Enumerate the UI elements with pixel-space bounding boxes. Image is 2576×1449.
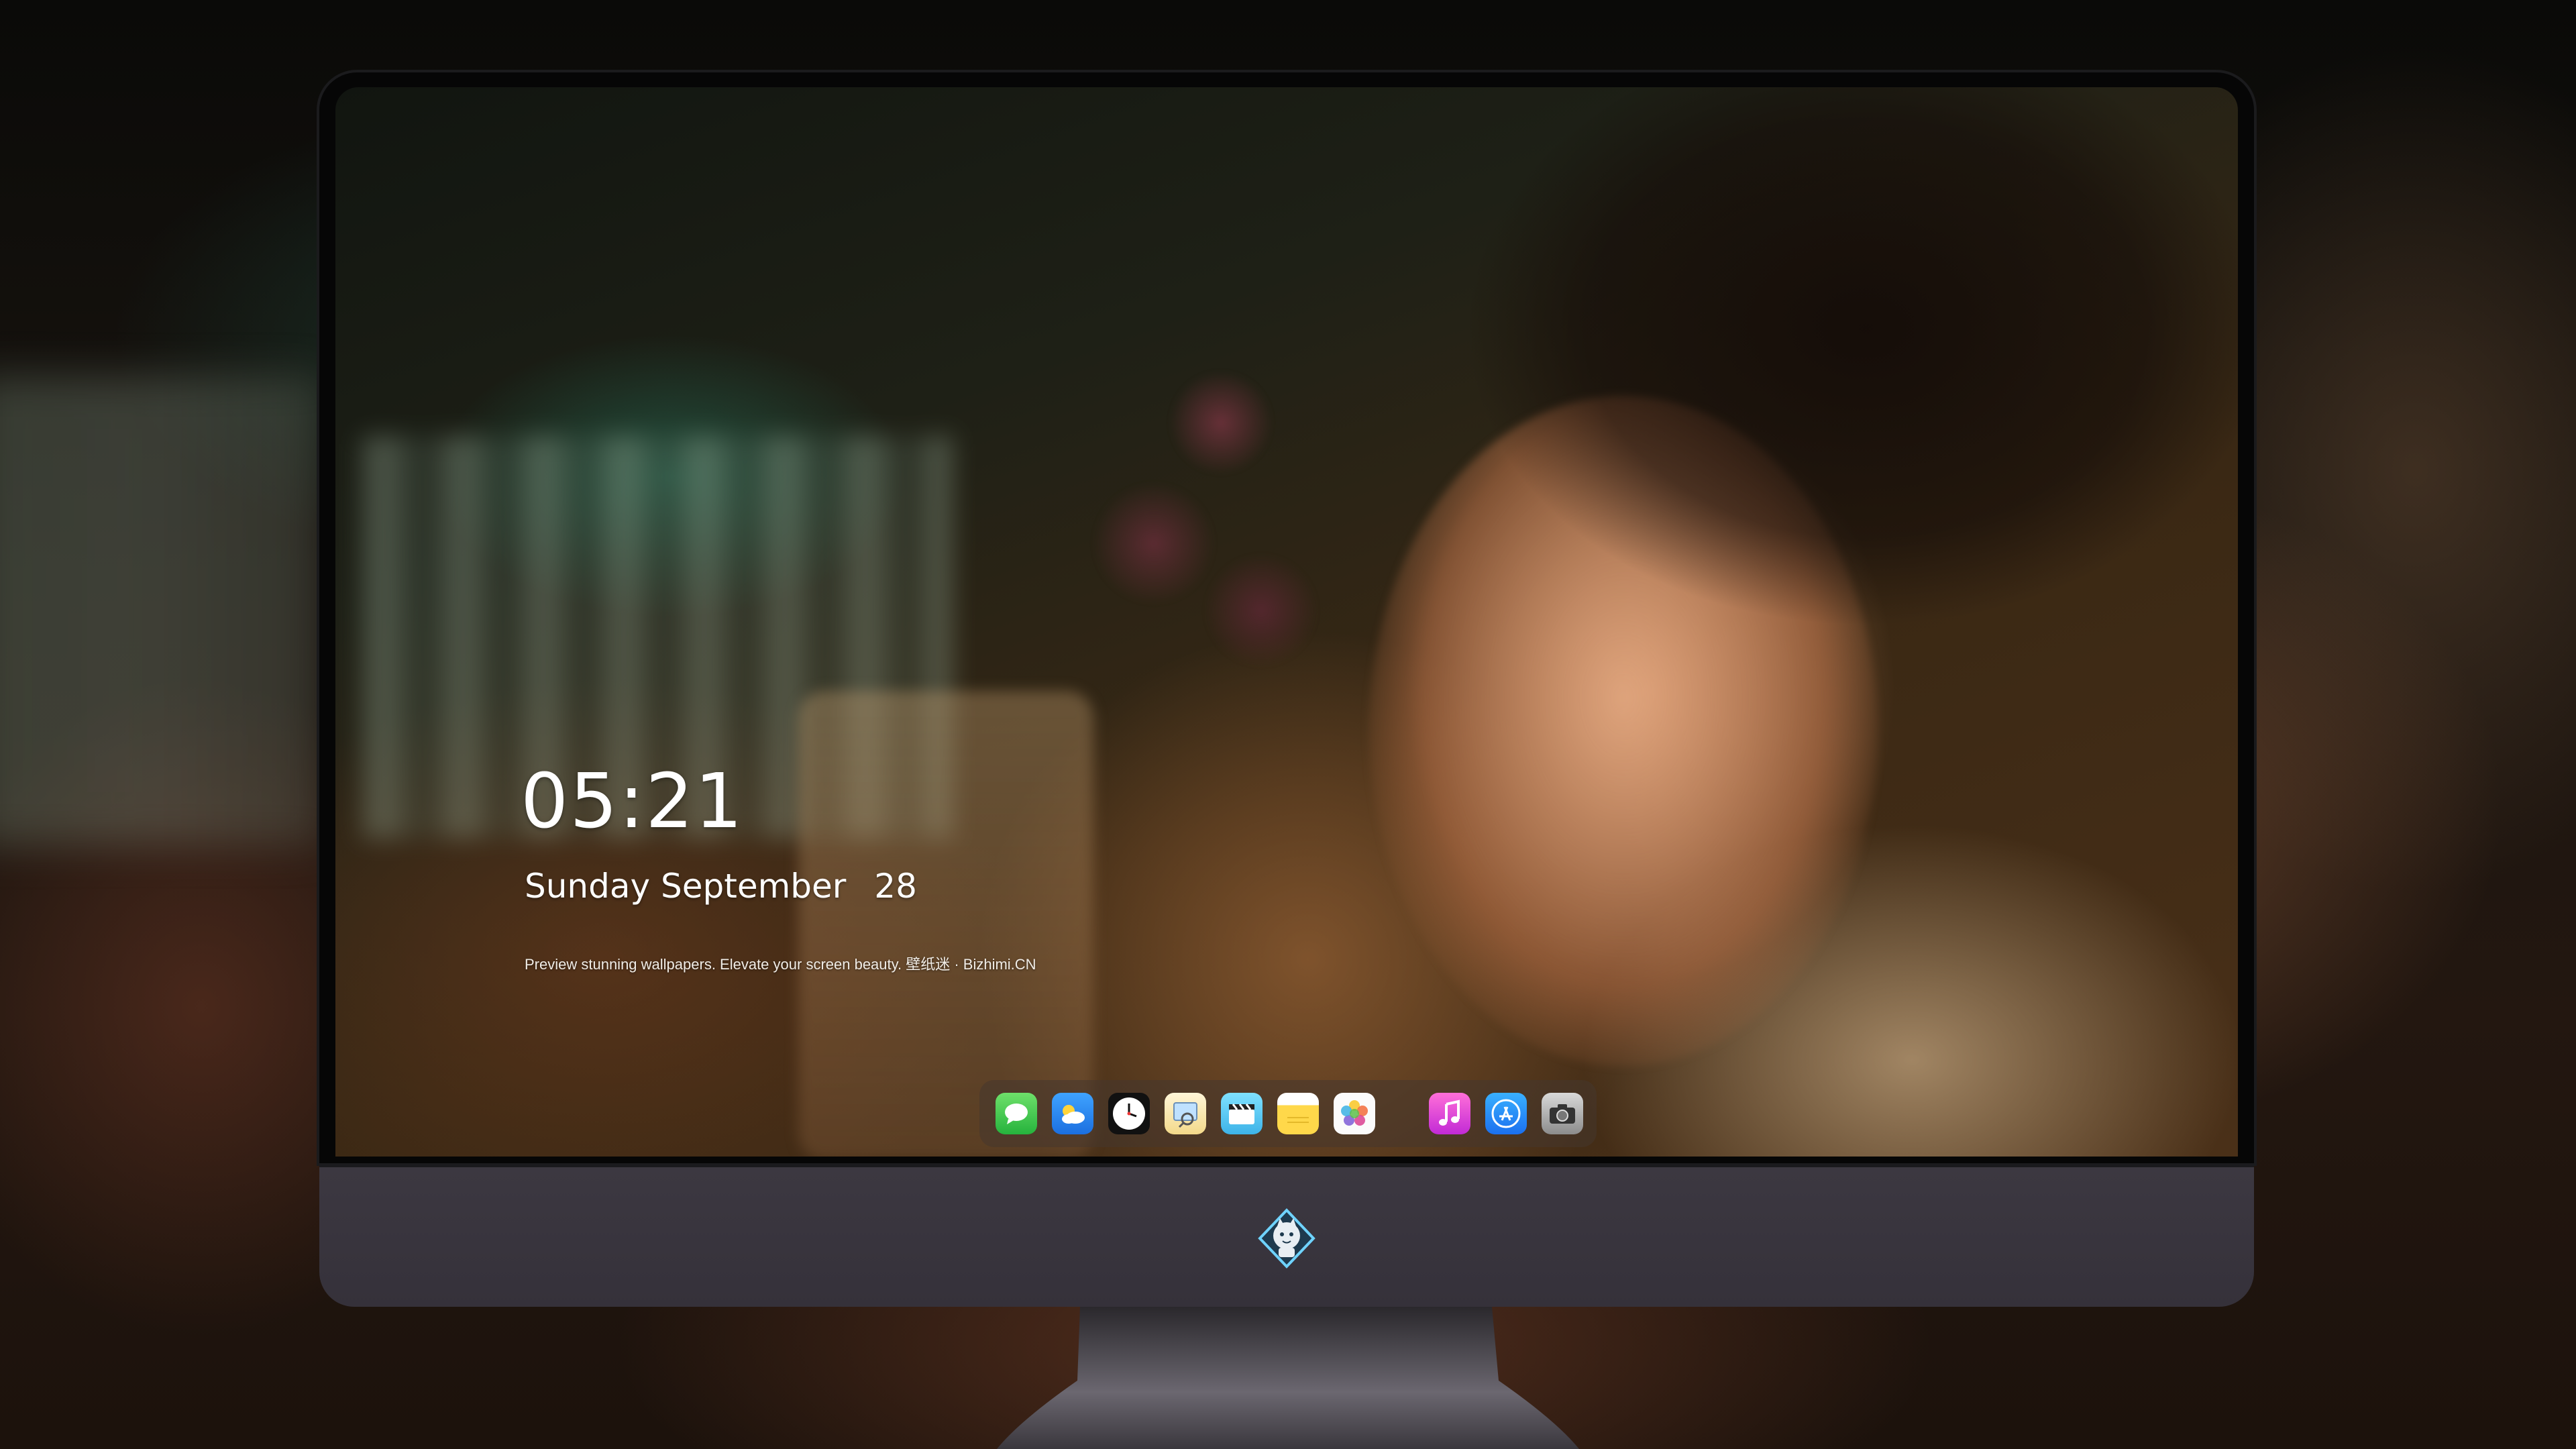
music-note-icon[interactable] <box>1429 1093 1470 1134</box>
monitor: 05:21 Sunday September 28 Preview stunni… <box>319 72 2254 1307</box>
monitor-chin <box>319 1163 2254 1307</box>
monitor-stand <box>997 1307 1579 1449</box>
wallpaper-flower <box>1020 288 1368 704</box>
monitor-bezel: 05:21 Sunday September 28 Preview stunni… <box>319 72 2254 1163</box>
messages-icon[interactable] <box>996 1093 1037 1134</box>
background-drape <box>0 376 322 845</box>
clapperboard-icon[interactable] <box>1221 1093 1263 1134</box>
screen-wallpaper: 05:21 Sunday September 28 Preview stunni… <box>335 87 2238 1157</box>
preview-icon[interactable] <box>1165 1093 1206 1134</box>
lockscreen-tagline: Preview stunning wallpapers. Elevate you… <box>525 956 1036 973</box>
wallpaper-hair <box>1308 87 2238 691</box>
notes-icon[interactable] <box>1277 1093 1319 1134</box>
camera-icon[interactable] <box>1542 1093 1583 1134</box>
dock <box>979 1080 1597 1147</box>
lockscreen-time: 05:21 <box>521 758 744 845</box>
photos-icon[interactable] <box>1334 1093 1375 1134</box>
lockscreen-date: Sunday September 28 <box>525 867 917 906</box>
weather-icon[interactable] <box>1052 1093 1093 1134</box>
brand-logo-icon <box>1256 1208 1318 1269</box>
lockscreen-month: September <box>661 867 847 906</box>
app-store-icon[interactable] <box>1485 1093 1527 1134</box>
lockscreen-day: 28 <box>874 867 917 906</box>
clock-icon[interactable] <box>1108 1093 1150 1134</box>
lockscreen-weekday: Sunday <box>525 867 651 906</box>
